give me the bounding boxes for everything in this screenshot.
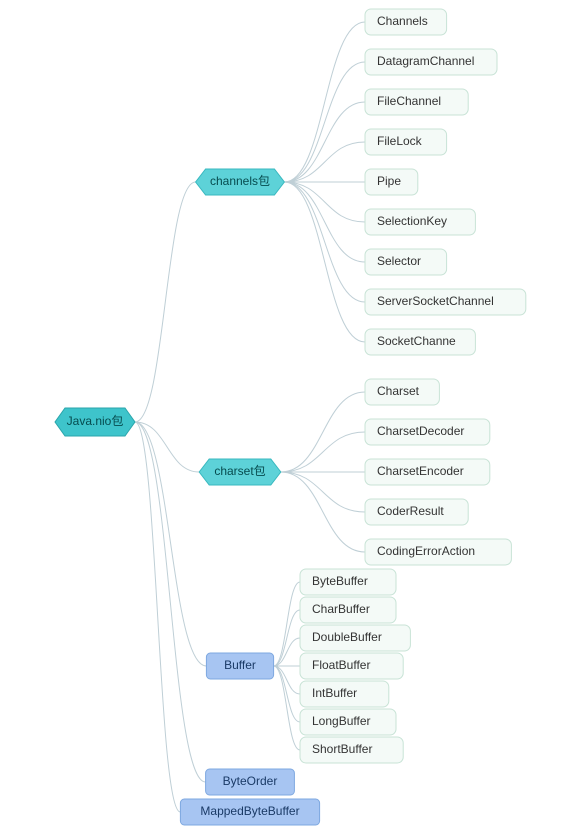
branch-label: charset包	[214, 464, 265, 478]
branch-node-buffer: Buffer	[206, 653, 273, 679]
mindmap-diagram: Java.nio包 channels包 Channels DatagramChanne…	[0, 0, 585, 839]
leaf-node: ServerSocketChannel	[365, 289, 526, 315]
leaf-label: Selector	[377, 254, 421, 268]
branch-label: channels包	[210, 174, 270, 188]
leaf-label: FloatBuffer	[312, 658, 370, 672]
edge	[274, 638, 300, 666]
edge	[274, 666, 300, 694]
leaf-node: Charset	[365, 379, 439, 405]
edge	[281, 472, 365, 552]
leaf-label: SocketChanne	[377, 334, 456, 348]
leaf-node: CharsetDecoder	[365, 419, 490, 445]
edge	[281, 432, 365, 472]
leaf-label: ShortBuffer	[312, 742, 372, 756]
leaf-label: ByteBuffer	[312, 574, 368, 588]
root-node: Java.nio包	[55, 408, 135, 436]
leaf-label: ServerSocketChannel	[377, 294, 494, 308]
leaf-node: SocketChanne	[365, 329, 475, 355]
leaf-node: FloatBuffer	[300, 653, 403, 679]
edge	[284, 182, 365, 262]
branch-node-channels: channels包	[196, 169, 285, 195]
leaf-node: DatagramChannel	[365, 49, 497, 75]
edge	[274, 610, 300, 666]
branch-label: ByteOrder	[223, 774, 278, 788]
branch-label: MappedByteBuffer	[200, 804, 299, 818]
leaf-label: CharsetEncoder	[377, 464, 464, 478]
leaf-label: CodingErrorAction	[377, 544, 475, 558]
leaf-label: CoderResult	[377, 504, 444, 518]
edge	[274, 666, 300, 722]
branch-node-byteorder: ByteOrder	[206, 769, 295, 795]
branch-label: Buffer	[224, 658, 256, 672]
leaf-node: CodingErrorAction	[365, 539, 511, 565]
branch-node-mapped: MappedByteBuffer	[180, 799, 319, 825]
leaf-node: CharBuffer	[300, 597, 396, 623]
leaf-node: DoubleBuffer	[300, 625, 410, 651]
leaf-node: Selector	[365, 249, 447, 275]
edge	[274, 582, 300, 666]
leaf-node: ShortBuffer	[300, 737, 403, 763]
leaf-label: Channels	[377, 14, 428, 28]
leaf-node: Pipe	[365, 169, 418, 195]
leaf-label: Pipe	[377, 174, 401, 188]
leaf-node: ByteBuffer	[300, 569, 396, 595]
edge	[281, 472, 365, 512]
edge	[135, 182, 196, 422]
leaf-node: LongBuffer	[300, 709, 396, 735]
leaf-label: FileLock	[377, 134, 423, 148]
leaf-node: Channels	[365, 9, 447, 35]
edge	[284, 102, 365, 182]
leaf-node: FileLock	[365, 129, 447, 155]
leaf-label: CharBuffer	[312, 602, 370, 616]
edge	[284, 182, 365, 342]
edge	[284, 62, 365, 182]
edge	[135, 422, 180, 812]
edge	[284, 182, 365, 302]
edge	[281, 392, 365, 472]
leaf-label: SelectionKey	[377, 214, 447, 228]
leaf-label: DatagramChannel	[377, 54, 474, 68]
edge	[274, 666, 300, 750]
leaf-label: CharsetDecoder	[377, 424, 464, 438]
leaf-node: SelectionKey	[365, 209, 475, 235]
leaf-label: FileChannel	[377, 94, 441, 108]
leaf-node: IntBuffer	[300, 681, 389, 707]
edge	[284, 22, 365, 182]
leaf-label: LongBuffer	[312, 714, 371, 728]
leaf-node: FileChannel	[365, 89, 468, 115]
leaf-node: CoderResult	[365, 499, 468, 525]
leaf-label: Charset	[377, 384, 420, 398]
leaf-label: IntBuffer	[312, 686, 357, 700]
branch-node-charset: charset包	[199, 459, 281, 485]
leaf-label: DoubleBuffer	[312, 630, 382, 644]
edge	[135, 422, 206, 782]
root-label: Java.nio包	[67, 414, 124, 428]
leaf-node: CharsetEncoder	[365, 459, 490, 485]
